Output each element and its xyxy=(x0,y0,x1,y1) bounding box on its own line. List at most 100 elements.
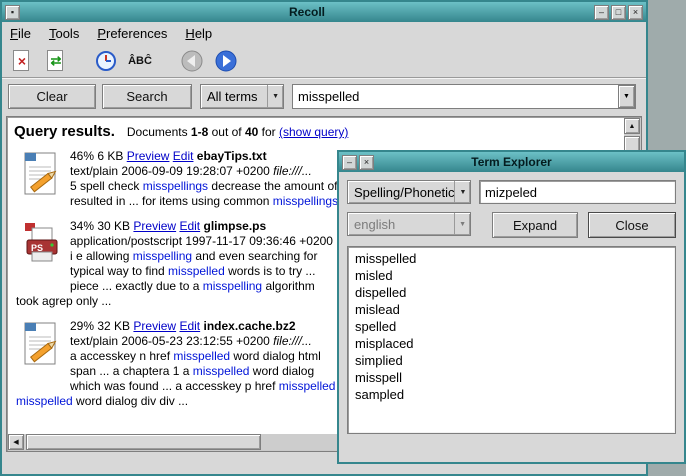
scroll-left-button[interactable]: ◀ xyxy=(8,434,24,450)
language-combobox[interactable]: english ▼ xyxy=(347,212,471,236)
minimize-icon: – xyxy=(347,158,352,167)
term-list-item[interactable]: misplaced xyxy=(348,335,675,352)
menu-bar: File Tools Preferences Help xyxy=(2,22,646,44)
te-close-button[interactable]: Close xyxy=(588,212,676,238)
search-type-combobox[interactable]: All terms ▼ xyxy=(200,84,284,109)
text-segment: for xyxy=(258,125,279,139)
menu-tools[interactable]: Tools xyxy=(49,26,79,41)
svg-text:PS: PS xyxy=(31,243,43,253)
postscript-file-icon: PS xyxy=(14,219,70,294)
menu-file[interactable]: File xyxy=(10,26,31,41)
expansion-mode-combobox[interactable]: Spelling/Phonetic ▼ xyxy=(347,180,471,204)
window-menu-button[interactable]: ▪ xyxy=(5,5,20,20)
term-list-item[interactable]: dispelled xyxy=(348,284,675,301)
text-segment: Documents xyxy=(127,125,191,139)
highlighted-term: misspelled xyxy=(16,394,73,408)
term-explorer-title: Term Explorer xyxy=(375,155,648,169)
term-input[interactable] xyxy=(479,180,676,204)
language-value: english xyxy=(354,217,395,232)
text-segment: out of xyxy=(208,125,245,139)
scroll-left-icon: ◀ xyxy=(13,438,18,446)
scroll-up-icon: ▲ xyxy=(629,123,636,130)
file-name: index.cache.bz2 xyxy=(203,319,295,333)
te-close-window-button[interactable]: × xyxy=(359,155,374,170)
highlighted-term: misspelled xyxy=(168,264,225,278)
highlighted-term: misspelled xyxy=(193,364,250,378)
text-segment: and even searching for xyxy=(192,249,317,263)
term-list-item[interactable]: misled xyxy=(348,267,675,284)
relevance-percent: 34% xyxy=(70,219,94,233)
text-segment: 5 spell check xyxy=(70,179,143,193)
chevron-down-icon: ▼ xyxy=(623,93,630,100)
text-segment: span ... a chaptera 1 a xyxy=(70,364,193,378)
search-type-value: All terms xyxy=(207,89,258,104)
minimize-button[interactable]: – xyxy=(594,5,609,20)
text-segment: which was found ... a accesskey p href xyxy=(70,379,279,393)
text-segment: typical way to find xyxy=(70,264,168,278)
text-segment: algorithm xyxy=(262,279,315,293)
expansion-mode-value: Spelling/Phonetic xyxy=(354,185,454,200)
maximize-icon: □ xyxy=(616,8,621,17)
close-icon: × xyxy=(633,8,638,17)
query-input[interactable] xyxy=(293,85,618,108)
edit-link[interactable]: Edit xyxy=(179,319,200,333)
show-query-link[interactable]: (show query) xyxy=(279,125,348,139)
maximize-button[interactable]: □ xyxy=(611,5,626,20)
term-explorer-titlebar[interactable]: – × Term Explorer xyxy=(339,152,684,172)
query-dropdown-button[interactable]: ▼ xyxy=(618,85,635,108)
menu-help[interactable]: Help xyxy=(185,26,212,41)
document-history-icon[interactable] xyxy=(92,48,120,74)
back-icon[interactable] xyxy=(178,48,206,74)
term-list-item[interactable]: mislead xyxy=(348,301,675,318)
text-segment: text/plain 2006-09-09 19:28:07 +0200 xyxy=(70,164,273,178)
term-list-item[interactable]: misspelled xyxy=(348,250,675,267)
scroll-up-button[interactable]: ▲ xyxy=(624,118,640,134)
clear-search-icon[interactable]: × xyxy=(8,48,36,74)
search-button[interactable]: Search xyxy=(102,84,192,109)
close-button[interactable]: × xyxy=(628,5,643,20)
highlighted-term: misspelled xyxy=(173,349,230,363)
text-segment: decrease the amount of xyxy=(208,179,337,193)
term-list-item[interactable]: sampled xyxy=(348,386,675,403)
horizontal-scrollbar-thumb[interactable] xyxy=(26,434,261,450)
text-file-icon xyxy=(14,149,70,209)
file-name: ebayTips.txt xyxy=(197,149,267,163)
forward-icon[interactable] xyxy=(212,48,240,74)
chevron-down-icon: ▼ xyxy=(454,213,470,235)
desktop: ▪ Recoll – □ × FileToolsPreferencesHelp … xyxy=(0,0,686,476)
preview-link[interactable]: Preview xyxy=(133,319,176,333)
text-segment: a accesskey n href xyxy=(70,349,173,363)
main-titlebar[interactable]: ▪ Recoll – □ × xyxy=(2,2,646,22)
menu-preferences[interactable]: Preferences xyxy=(97,26,167,41)
edit-link[interactable]: Edit xyxy=(179,219,200,233)
text-segment: 40 xyxy=(245,125,258,139)
start-query-icon[interactable]: ⇄ xyxy=(42,48,70,74)
query-combobox: ▼ xyxy=(292,84,636,109)
term-list-item[interactable]: spelled xyxy=(348,318,675,335)
relevance-percent: 46% xyxy=(70,149,94,163)
text-segment: text/plain 2006-05-23 23:12:55 +0200 xyxy=(70,334,273,348)
te-minimize-button[interactable]: – xyxy=(342,155,357,170)
highlighted-term: misspelled xyxy=(279,379,336,393)
results-title: Query results. xyxy=(14,123,115,140)
edit-link[interactable]: Edit xyxy=(173,149,194,163)
preview-link[interactable]: Preview xyxy=(133,219,176,233)
expand-button[interactable]: Expand xyxy=(492,212,578,238)
results-summary: Documents 1-8 out of 40 for (show query) xyxy=(127,125,348,139)
term-list-item[interactable]: misspell xyxy=(348,369,675,386)
text-segment: 1-8 xyxy=(191,125,208,139)
file-size: 30 KB xyxy=(97,219,130,233)
text-segment: took agrep only ... xyxy=(16,294,111,308)
preview-link[interactable]: Preview xyxy=(127,149,170,163)
term-explorer-icon[interactable]: ÂBĈ xyxy=(126,48,154,74)
term-list[interactable]: misspelledmisleddispelledmisleadspelledm… xyxy=(347,246,676,434)
relevance-percent: 29% xyxy=(70,319,94,333)
highlighted-term: misspelling xyxy=(203,279,262,293)
text-segment: file:///... xyxy=(273,164,312,178)
text-segment: word dialog html xyxy=(230,349,321,363)
term-list-item[interactable]: simplied xyxy=(348,352,675,369)
results-header: Query results. Documents 1-8 out of 40 fo… xyxy=(14,123,620,141)
text-segment: piece ... exactly due to a xyxy=(70,279,203,293)
clear-button[interactable]: Clear xyxy=(8,84,96,109)
text-segment: resulted in ... for items using common xyxy=(70,194,273,208)
